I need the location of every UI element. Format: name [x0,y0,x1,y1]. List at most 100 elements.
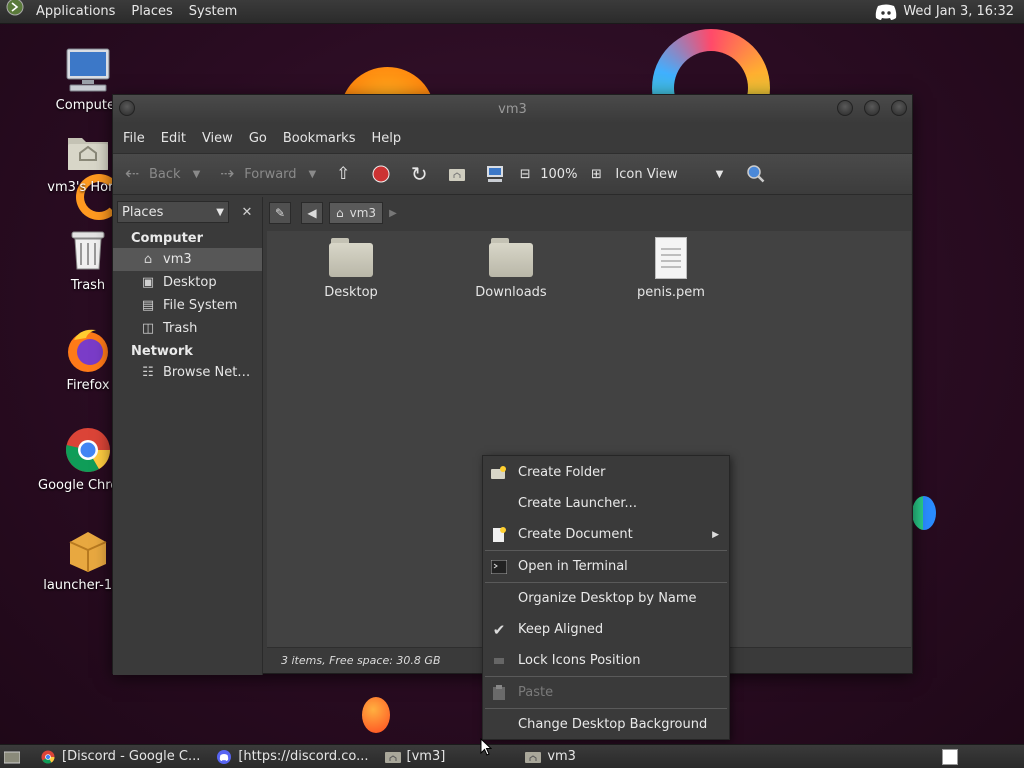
menu-places[interactable]: Places [123,0,180,24]
maximize-button[interactable] [864,100,880,116]
arrow-left-icon: ⇠ [124,164,140,184]
home-folder-icon [525,749,542,765]
zoom-in-icon: ⊞ [590,166,602,182]
lock-icon [491,653,507,669]
menu-item-open-terminal[interactable]: Open in Terminal [483,551,729,582]
chevron-down-icon[interactable]: ▼ [309,169,317,180]
taskbar-item-discord[interactable]: [https://discord.co... [210,745,374,768]
home-folder-icon [446,163,468,185]
computer-button[interactable] [484,159,506,189]
terminal-icon [491,559,507,575]
top-panel: Applications Places System Wed Jan 3, 16… [0,0,1024,24]
sidebar-group-network: Network [131,344,193,359]
sidebar-item-filesystem[interactable]: ▤ File System [113,294,262,317]
show-desktop-button[interactable] [0,745,30,768]
taskbar-item-vm3[interactable]: vm3 [519,745,582,768]
sidebar-item-trash[interactable]: ◫ Trash [113,317,262,340]
sidebar: Places ▼ ✕ Computer ⌂ vm3 ▣ Desktop ▤ Fi… [113,197,263,675]
computer-icon [484,163,506,185]
chevron-down-icon: ▼ [216,206,224,218]
package-icon [69,532,107,572]
trash-icon: ◫ [141,321,155,336]
computer-icon [66,48,110,92]
home-button[interactable] [446,159,468,189]
menu-item-create-document[interactable]: Create Document ▶ [483,519,729,550]
chevron-down-icon[interactable]: ▼ [193,169,201,180]
discord-tray-icon[interactable] [875,4,897,20]
arrow-right-icon: ⇢ [220,164,235,184]
menu-applications[interactable]: Applications [28,0,123,24]
file-item[interactable]: Downloads [451,237,571,300]
taskbar-item-vm3-minimized[interactable]: [vm3] [379,745,452,768]
bottom-taskbar: [Discord - Google C... [https://discord.… [0,744,1024,768]
file-item[interactable]: Desktop [291,237,411,300]
arrow-up-icon: ⇧ [336,164,351,184]
zoom-in-button[interactable]: ⊞ [585,159,607,189]
file-item[interactable]: penis.pem [611,237,731,300]
menu-help[interactable]: Help [365,131,407,146]
menu-item-keep-aligned[interactable]: ✔ Keep Aligned [483,614,729,645]
distro-logo-icon[interactable] [0,0,28,25]
chevron-left-icon: ◀ [307,206,317,220]
reload-icon: ↻ [410,162,428,186]
menu-item-change-background[interactable]: Change Desktop Background [483,709,729,740]
menu-view[interactable]: View [196,131,239,146]
paste-icon [491,685,507,701]
window-menubar: File Edit View Go Bookmarks Help [113,123,912,153]
chrome-icon [65,428,110,472]
search-icon [745,163,767,185]
taskbar-item-chrome[interactable]: [Discord - Google C... [34,745,206,768]
edit-location-button[interactable]: ✎ [269,202,291,224]
minimize-button[interactable] [837,100,853,116]
zoom-out-button[interactable]: ⊟ [514,159,536,189]
folder-icon [329,237,373,279]
show-desktop-icon [4,749,20,765]
desktop-context-menu: Create Folder Create Launcher... Create … [482,455,730,740]
menu-item-create-launcher[interactable]: Create Launcher... [483,488,729,519]
clock[interactable]: Wed Jan 3, 16:32 [897,4,1024,19]
menu-bookmarks[interactable]: Bookmarks [277,131,362,146]
discord-icon [216,749,232,765]
chevron-down-icon: ▼ [715,168,724,180]
menu-file[interactable]: File [117,131,151,146]
new-document-icon [491,527,507,543]
menu-item-lock-icons[interactable]: Lock Icons Position [483,645,729,676]
home-folder-icon [384,749,401,765]
sidebar-item-desktop[interactable]: ▣ Desktop [113,271,262,294]
menu-edit[interactable]: Edit [155,131,192,146]
sidebar-group-computer: Computer [131,231,204,246]
menu-item-create-folder[interactable]: Create Folder [483,457,729,488]
workspace-switcher[interactable] [936,745,964,768]
breadcrumb-vm3[interactable]: ⌂ vm3 [329,202,384,224]
firefox-icon [68,329,108,372]
back-button[interactable]: ⇠ Back ▼ [121,159,200,189]
menu-system[interactable]: System [181,0,245,24]
home-folder-icon: ⌂ [336,206,344,220]
reload-button[interactable]: ↻ [408,159,430,189]
close-icon[interactable]: ✕ [237,201,257,223]
desktop-folder-icon: ▣ [141,275,155,290]
sidebar-item-vm3[interactable]: ⌂ vm3 [113,248,262,271]
window-titlebar[interactable]: vm3 [113,95,912,123]
forward-button[interactable]: ⇢ Forward ▼ [216,159,316,189]
folder-icon [489,237,533,279]
document-icon [649,237,693,279]
wallpaper-orange-bead [362,697,390,733]
menu-go[interactable]: Go [243,131,273,146]
close-button[interactable] [891,100,907,116]
sidebar-item-browse-network[interactable]: ☷ Browse Net… [113,361,262,384]
stop-button[interactable] [370,159,392,189]
menu-item-organize-desktop[interactable]: Organize Desktop by Name [483,583,729,614]
trash-icon [71,231,105,270]
chevron-right-icon[interactable]: ▶ [389,208,397,219]
new-folder-icon [491,465,507,481]
up-button[interactable]: ⇧ [332,159,354,189]
view-mode-select[interactable]: Icon View ▼ [615,159,723,189]
submenu-arrow-icon: ▶ [712,529,719,540]
menu-item-paste[interactable]: Paste [483,677,729,708]
checkmark-icon: ✔ [492,621,506,639]
search-button[interactable] [745,159,767,189]
sidebar-selector[interactable]: Places ▼ [117,201,229,223]
path-back-button[interactable]: ◀ [301,202,323,224]
wallpaper-green-blue-bead [912,496,936,530]
